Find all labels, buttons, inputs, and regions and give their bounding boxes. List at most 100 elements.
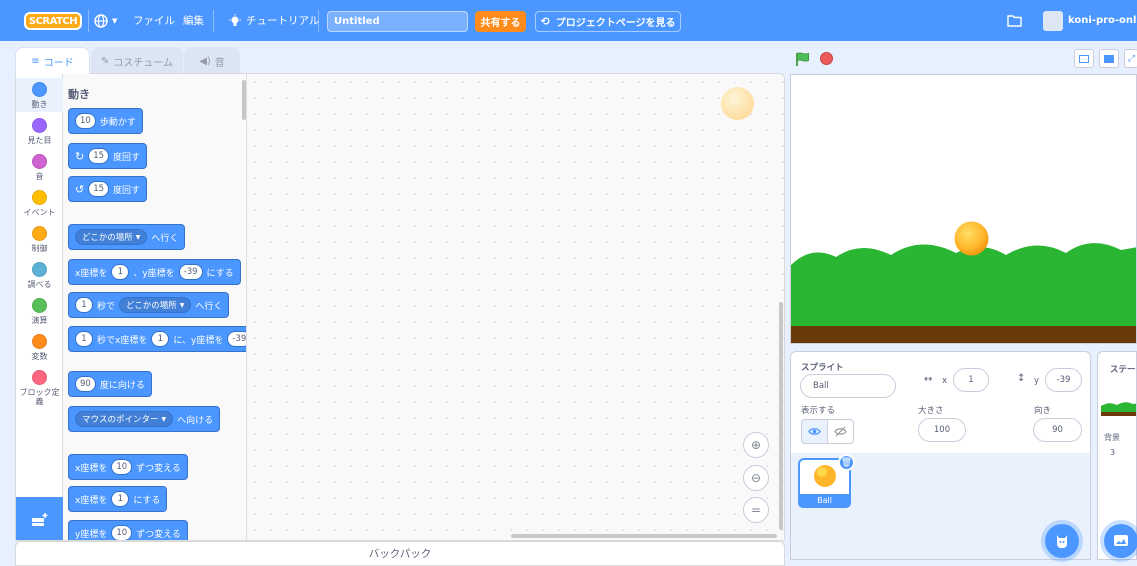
script-workspace[interactable] — [247, 74, 784, 540]
hide-sprite-button[interactable] — [827, 419, 854, 444]
block-input[interactable]: 1 — [75, 297, 93, 313]
fullscreen-button[interactable]: ⤢ — [1124, 49, 1137, 68]
set-x-block[interactable]: x座標を 1 にする — [68, 486, 168, 512]
y-position-input[interactable]: -39 — [1045, 368, 1082, 392]
block-input[interactable]: 10 — [75, 113, 96, 129]
language-menu[interactable]: ▼ — [94, 0, 117, 41]
category-dot — [32, 226, 47, 241]
tab-costumes[interactable]: ✎ コスチューム — [91, 47, 183, 74]
show-sprite-button[interactable] — [801, 419, 828, 444]
workspace-horizontal-scrollbar[interactable] — [511, 534, 777, 538]
category-control[interactable]: 制御 — [16, 226, 63, 253]
category-sound[interactable]: 音 — [16, 154, 63, 181]
category-dot — [32, 298, 47, 313]
sprite-label: スプライト — [801, 363, 844, 373]
see-project-page-button[interactable]: ⟲ プロジェクトページを見る — [535, 11, 681, 32]
block-dropdown[interactable]: どこかの場所 ▼ — [119, 297, 192, 313]
category-motion[interactable]: 動き — [16, 78, 63, 112]
category-operators[interactable]: 演算 — [16, 298, 63, 325]
tutorials-menu[interactable]: チュートリアル — [228, 0, 319, 41]
block-input[interactable]: 15 — [88, 181, 110, 197]
folder-icon — [1007, 15, 1022, 27]
choose-backdrop-button[interactable] — [1104, 524, 1137, 558]
large-stage-button[interactable] — [1099, 49, 1119, 68]
file-menu[interactable]: ファイル — [133, 0, 175, 41]
block-input[interactable]: 10 — [111, 525, 133, 540]
category-looks[interactable]: 見た目 — [16, 118, 63, 145]
zoom-in-button[interactable]: ⊕ — [743, 432, 769, 458]
account-menu[interactable]: koni-pro-online — [1043, 0, 1137, 41]
block-input[interactable]: -39 — [227, 331, 246, 347]
stop-button[interactable] — [820, 52, 833, 65]
zoom-out-button[interactable]: ⊖ — [743, 465, 769, 491]
edit-menu[interactable]: 編集 — [183, 0, 204, 41]
y-label: y — [1034, 376, 1040, 386]
block-input[interactable]: 1 — [111, 491, 130, 507]
category-events[interactable]: イベント — [16, 190, 63, 217]
category-dot — [32, 190, 47, 205]
block-text: 歩動かす — [99, 117, 136, 128]
category-dot — [32, 334, 47, 349]
size-input[interactable]: 100 — [918, 418, 966, 442]
delete-sprite-button[interactable]: 🗑 — [838, 454, 855, 471]
rotate-right-icon: ↻ — [75, 149, 85, 163]
block-dropdown[interactable]: どこかの場所 ▼ — [75, 229, 148, 245]
tab-code-label: コード — [43, 57, 74, 69]
category-dot — [32, 118, 47, 133]
my-stuff-button[interactable] — [1007, 0, 1022, 41]
block-input[interactable]: 1 — [75, 331, 93, 347]
category-my-blocks[interactable]: ブロック定義 — [16, 370, 63, 406]
glide-to-xy-block[interactable]: 1 秒でx座標を 1 に、y座標を -39 — [68, 326, 246, 352]
choose-sprite-button[interactable] — [1045, 524, 1079, 558]
username-label: koni-pro-online — [1068, 15, 1137, 26]
ball-sprite[interactable] — [954, 221, 989, 256]
workspace-vertical-scrollbar[interactable] — [779, 302, 783, 530]
turn-left-block[interactable]: ↺ 15 度回す — [68, 176, 148, 202]
chevron-down-icon: ▼ — [179, 301, 185, 309]
category-label: 演算 — [31, 316, 48, 325]
point-towards-block[interactable]: マウスのポインター ▼ へ向ける — [68, 406, 221, 432]
point-in-direction-block[interactable]: 90 度に向ける — [68, 371, 152, 397]
move-steps-block[interactable]: 10 歩動かす — [68, 108, 143, 134]
chevron-down-icon: ▼ — [112, 16, 118, 25]
share-button[interactable]: 共有する — [475, 11, 526, 32]
zoom-reset-button[interactable]: = — [743, 497, 769, 523]
stage-canvas[interactable] — [790, 74, 1137, 344]
palette-scrollbar[interactable] — [242, 80, 246, 120]
go-to-block[interactable]: どこかの場所 ▼ へ行く — [68, 224, 186, 250]
block-text: ずつ変える — [136, 463, 181, 474]
block-text: にする — [206, 268, 234, 279]
block-input[interactable]: -39 — [178, 264, 203, 280]
category-sensing[interactable]: 調べる — [16, 262, 63, 289]
block-input[interactable]: 15 — [88, 148, 110, 164]
add-extension-button[interactable] — [16, 497, 63, 540]
category-menu: 動き 見た目 音 イベント 制御 調べる 演算 変数 ブロック定義 — [16, 74, 63, 540]
sprite-name-input[interactable]: Ball — [800, 374, 896, 398]
stage-pane-title: ステージ — [1110, 365, 1136, 375]
turn-right-block[interactable]: ↻ 15 度回す — [68, 143, 148, 169]
change-y-block[interactable]: y座標を 10 ずつ変える — [68, 520, 188, 540]
glide-to-block[interactable]: 1 秒で どこかの場所 ▼ へ行く — [68, 292, 230, 318]
backpack[interactable]: バックパック — [15, 541, 785, 566]
block-dropdown[interactable]: マウスのポインター ▼ — [75, 411, 174, 427]
backdrop-add-icon — [1114, 535, 1128, 546]
x-position-input[interactable]: 1 — [953, 368, 989, 392]
block-input[interactable]: 1 — [111, 264, 130, 280]
block-input[interactable]: 10 — [111, 459, 133, 475]
chevron-down-icon: ▼ — [135, 233, 141, 241]
scratch-logo[interactable]: SCRATCH — [24, 12, 82, 30]
change-x-block[interactable]: x座標を 10 ずつ変える — [68, 454, 188, 480]
tab-code[interactable]: ≡ コード — [15, 47, 90, 74]
project-title-input[interactable]: Untitled — [327, 11, 468, 32]
direction-input[interactable]: 90 — [1033, 418, 1082, 442]
tab-sounds[interactable]: ◀) 音 — [184, 47, 240, 74]
category-variables[interactable]: 変数 — [16, 334, 63, 361]
small-stage-button[interactable] — [1074, 49, 1094, 68]
green-flag-icon[interactable] — [795, 52, 811, 67]
category-label: ブロック定義 — [19, 388, 60, 407]
block-input[interactable]: 1 — [151, 331, 170, 347]
block-input[interactable]: 90 — [75, 376, 96, 392]
menu-divider — [88, 10, 89, 32]
go-to-xy-block[interactable]: x座標を 1 、y座標を -39 にする — [68, 259, 241, 285]
add-extension-icon — [31, 512, 47, 526]
